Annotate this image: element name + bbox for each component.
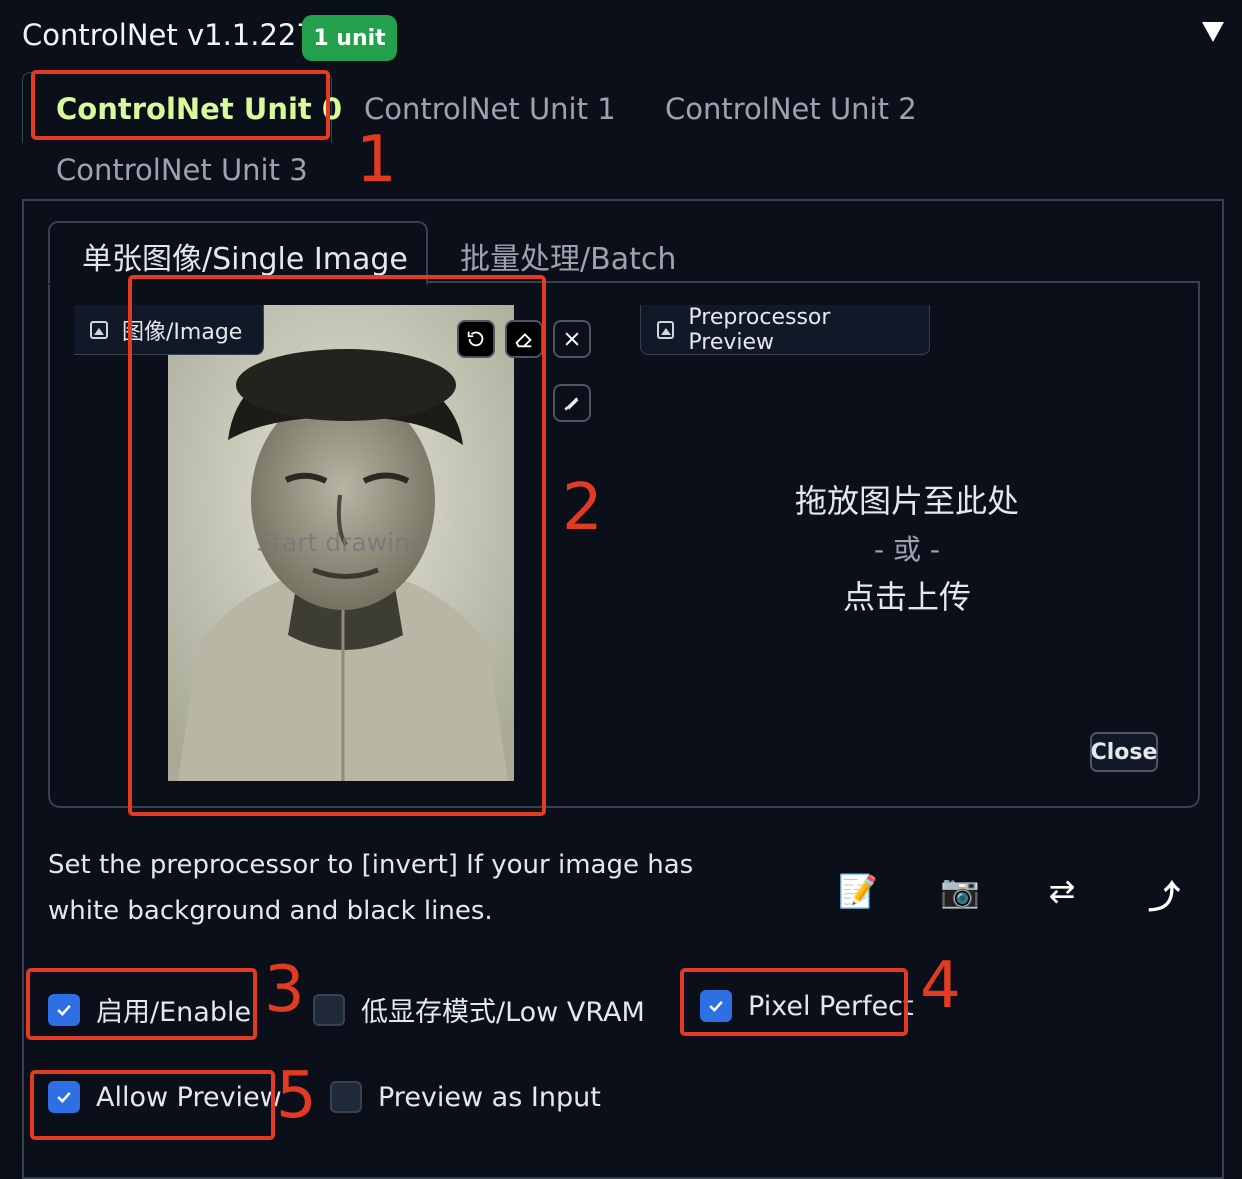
- annotation-number-1: 1: [356, 123, 397, 197]
- brush-icon: [564, 397, 579, 411]
- camera-icon[interactable]: 📷: [936, 872, 984, 910]
- preview-as-input-checkbox[interactable]: Preview as Input: [330, 1081, 601, 1113]
- drop-zone-or: - 或 -: [873, 533, 940, 566]
- edit-icon[interactable]: 📝: [834, 872, 882, 910]
- image-icon: [657, 320, 675, 339]
- send-dimensions-icon[interactable]: ⤴: [1140, 872, 1188, 918]
- close-preview-button[interactable]: Close: [1090, 732, 1158, 772]
- low-vram-checkbox[interactable]: 低显存模式/Low VRAM: [313, 990, 645, 1029]
- checkbox-unchecked-icon[interactable]: [330, 1081, 362, 1113]
- tab-controlnet-unit-1[interactable]: ControlNet Unit 1: [364, 92, 616, 126]
- annotation-box-5: [30, 1070, 275, 1140]
- annotation-number-3: 3: [264, 953, 305, 1027]
- annotation-number-2: 2: [562, 471, 603, 545]
- image-icon: [90, 320, 108, 339]
- click-to-upload[interactable]: 点击上传: [640, 572, 1174, 618]
- checkbox-unchecked-icon[interactable]: [313, 993, 345, 1026]
- subtab-single-image[interactable]: 单张图像/Single Image: [82, 234, 408, 278]
- collapse-caret-icon[interactable]: [1202, 22, 1224, 42]
- annotation-number-4: 4: [920, 949, 961, 1023]
- clear-image-button[interactable]: [553, 320, 591, 358]
- tab-controlnet-unit-3[interactable]: ControlNet Unit 3: [56, 153, 308, 187]
- annotation-box-2: [128, 275, 546, 816]
- preprocessor-hint: Set the preprocessor to [invert] If your…: [48, 850, 694, 926]
- accordion-title[interactable]: ControlNet v1.1.227: [22, 18, 315, 52]
- subtab-batch[interactable]: 批量处理/Batch: [460, 234, 676, 278]
- tab-controlnet-unit-2[interactable]: ControlNet Unit 2: [665, 92, 917, 126]
- preprocessor-preview-label: Preprocessor Preview: [640, 305, 930, 355]
- close-icon: [565, 332, 579, 346]
- annotation-box-4: [680, 968, 908, 1036]
- swap-icon[interactable]: ⇄: [1038, 872, 1086, 910]
- brush-button[interactable]: [553, 384, 591, 422]
- drop-zone-text[interactable]: 拖放图片至此处: [640, 476, 1174, 522]
- unit-count-badge: 1 unit: [302, 15, 397, 61]
- annotation-box-1: [31, 70, 330, 140]
- annotation-number-5: 5: [276, 1059, 317, 1133]
- annotation-box-3: [26, 968, 257, 1040]
